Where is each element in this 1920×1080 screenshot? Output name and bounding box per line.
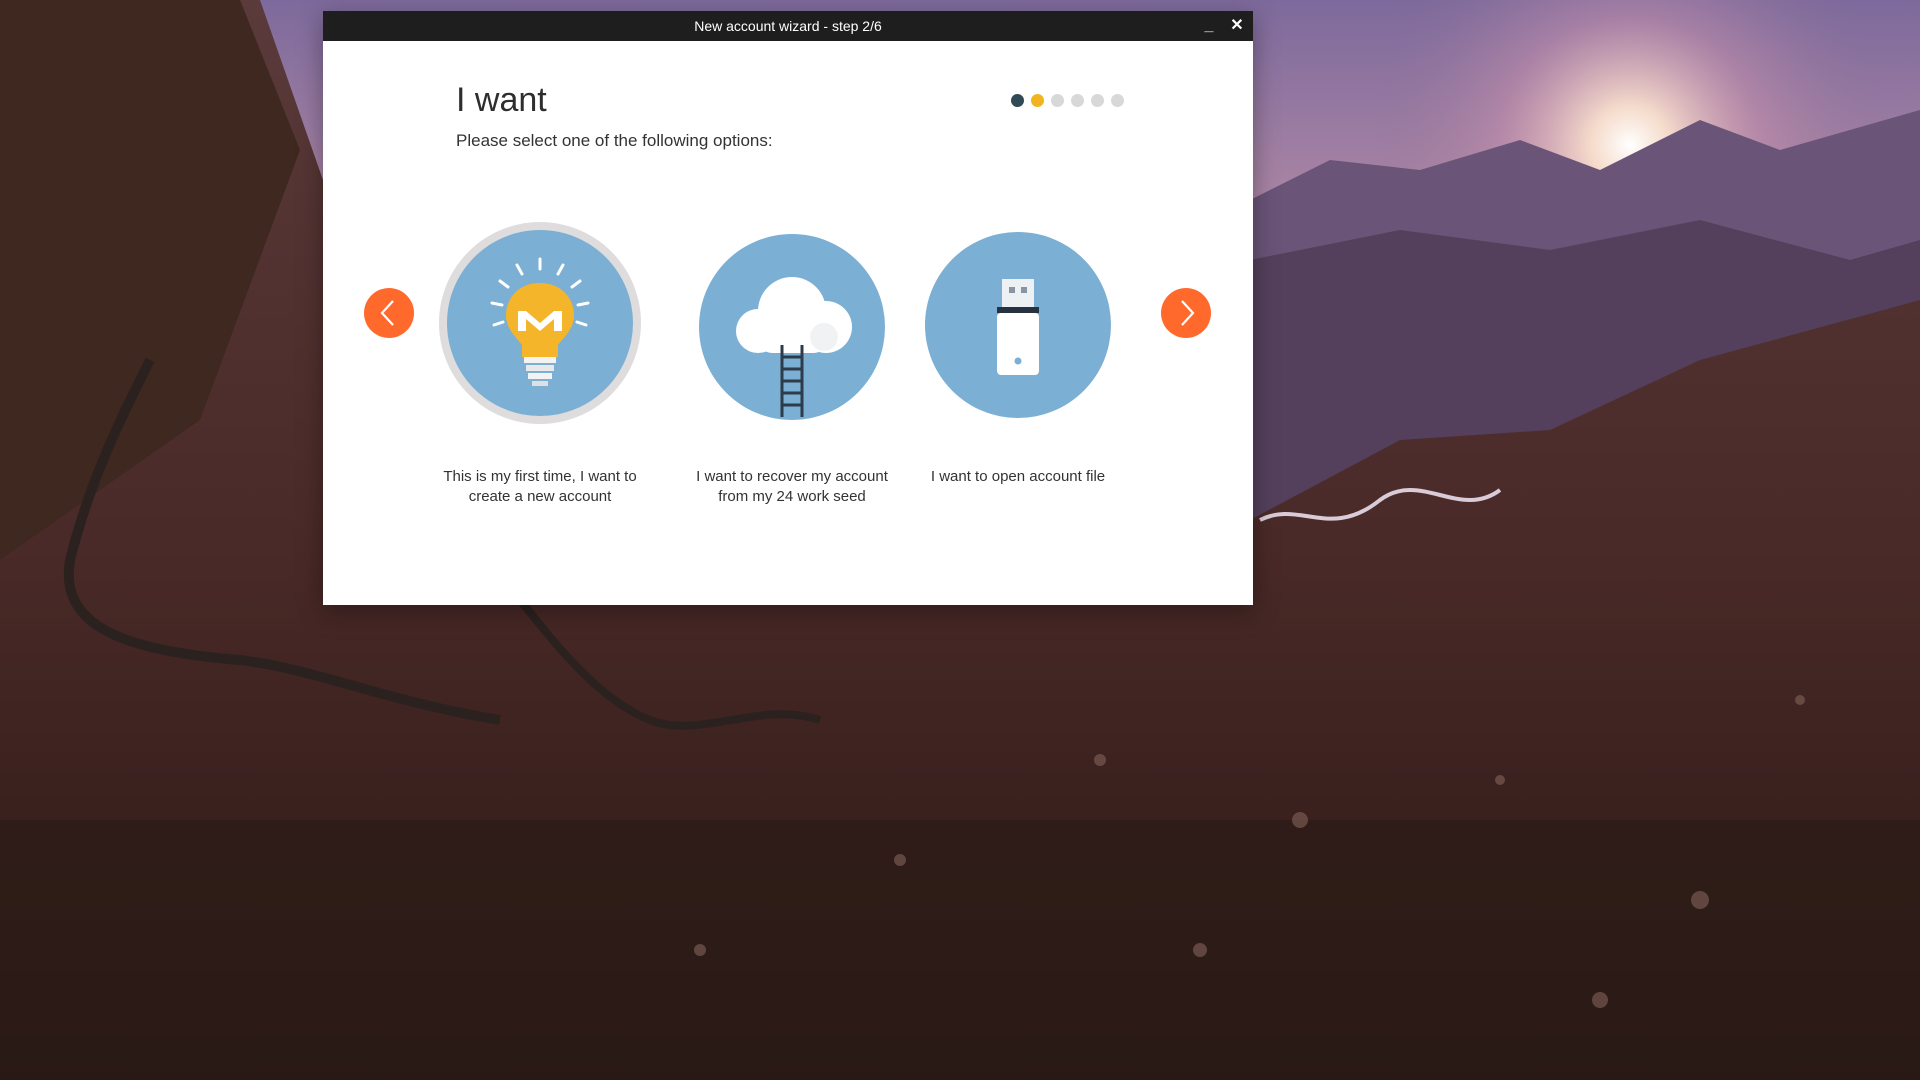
step-dot-5 — [1091, 94, 1104, 107]
cloud-ladder-icon — [699, 234, 885, 420]
page-subtitle: Please select one of the following optio… — [456, 131, 773, 150]
option-label: I want to open account file — [908, 467, 1128, 487]
window-title: New account wizard - step 2/6 — [694, 18, 882, 34]
step-dot-1 — [1011, 94, 1024, 107]
option-label-line-1: This is my first time, I want to — [443, 468, 637, 485]
wizard-window: New account wizard - step 2/6 _ ✕ I want… — [323, 11, 1253, 605]
option-label: I want to recover my account from my 24 … — [682, 467, 902, 507]
chevron-left-icon — [380, 300, 394, 326]
page-title: I want — [456, 81, 547, 119]
step-dot-4 — [1071, 94, 1084, 107]
minimize-button[interactable]: _ — [1195, 11, 1223, 41]
previous-step-button[interactable] — [364, 288, 414, 338]
desktop-background: New account wizard - step 2/6 _ ✕ I want… — [0, 0, 1920, 1080]
option-label-line-1: I want to open account file — [930, 468, 1106, 485]
chevron-right-icon — [1181, 300, 1195, 326]
option-label-line-2: from my 24 work seed — [718, 488, 866, 505]
step-dot-3 — [1051, 94, 1064, 107]
usb-drive-icon — [925, 232, 1111, 418]
step-progress-dots — [1011, 94, 1124, 107]
step-dot-6 — [1111, 94, 1124, 107]
title-bar: New account wizard - step 2/6 _ ✕ — [323, 11, 1253, 41]
close-button[interactable]: ✕ — [1223, 11, 1251, 41]
option-label-line-2: create a new account — [468, 488, 612, 505]
step-dot-2 — [1031, 94, 1044, 107]
lightbulb-monero-icon — [439, 222, 641, 424]
next-step-button[interactable] — [1161, 288, 1211, 338]
option-label: This is my first time, I want to create … — [430, 467, 650, 507]
option-label-line-1: I want to recover my account — [696, 468, 888, 485]
